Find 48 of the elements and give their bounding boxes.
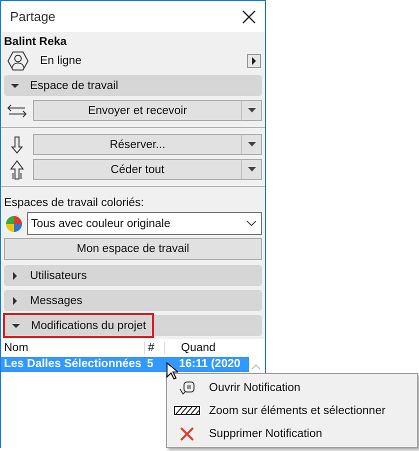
table-cell-text: Les Dalles Sélectionnées: [3, 357, 142, 372]
menu-item[interactable]: Supprimer Notification: [167, 422, 417, 445]
arrow-up-icon: [7, 160, 27, 180]
section-label: Utilisateurs: [30, 270, 87, 282]
column-header[interactable]: #: [145, 342, 165, 354]
section-label: Modifications du projet: [31, 320, 146, 332]
caret-icon: [248, 108, 256, 113]
field-label: Espaces de travail coloriés:: [3, 196, 145, 211]
mouse-pointer-icon: [166, 362, 178, 380]
expand-triangle-icon[interactable]: [11, 272, 19, 280]
section-header[interactable]: Utilisateurs: [4, 265, 262, 286]
column-header[interactable]: Nom: [1, 342, 145, 354]
dropdown-button[interactable]: [241, 159, 262, 180]
status-label: En ligne: [40, 55, 83, 67]
caret-icon: [248, 142, 256, 147]
window-title: Partage: [10, 9, 56, 24]
table-cell-text: 16:11 (2020: [179, 357, 242, 372]
section-header[interactable]: Modifications du projet: [4, 315, 262, 336]
expand-triangle-icon[interactable]: [11, 296, 19, 304]
user-name: Balint Reka: [3, 35, 68, 49]
dropdown-button[interactable]: [241, 134, 262, 155]
dropdown-field[interactable]: Tous avec couleur originale: [27, 212, 262, 235]
caret-icon: [248, 167, 256, 172]
collapse-triangle-icon[interactable]: [12, 322, 20, 330]
chevron-down-icon: [246, 220, 257, 227]
section-label: Espace de travail: [30, 80, 118, 92]
hatched-rectangle-icon: [174, 406, 200, 415]
menu-item[interactable]: Ouvrir Notification: [167, 376, 417, 399]
section-header[interactable]: Messages: [4, 290, 262, 311]
action-button[interactable]: Envoyer et recevoir: [33, 100, 241, 121]
arrow-right-icon: [251, 57, 257, 65]
user-icon: [7, 51, 29, 71]
delete-icon: [180, 426, 194, 440]
workspace-button[interactable]: Mon espace de travail: [4, 238, 262, 260]
menu-item[interactable]: Zoom sur éléments et sélectionner: [167, 399, 417, 422]
swap-arrows-icon: [7, 104, 27, 118]
status-menu-button[interactable]: [247, 54, 261, 68]
section-header[interactable]: Espace de travail: [4, 75, 262, 96]
open-notification-icon: [179, 380, 195, 394]
section-label: Messages: [30, 294, 82, 306]
table-cell-text: 5: [146, 357, 154, 372]
collapse-triangle-icon[interactable]: [11, 82, 19, 90]
action-button[interactable]: Céder tout: [33, 159, 241, 180]
color-wheel-icon: [5, 214, 23, 232]
column-header[interactable]: Quand: [181, 342, 249, 354]
action-button[interactable]: Réserver...: [33, 134, 241, 155]
close-icon[interactable]: [242, 10, 256, 24]
dropdown-button[interactable]: [241, 100, 262, 121]
